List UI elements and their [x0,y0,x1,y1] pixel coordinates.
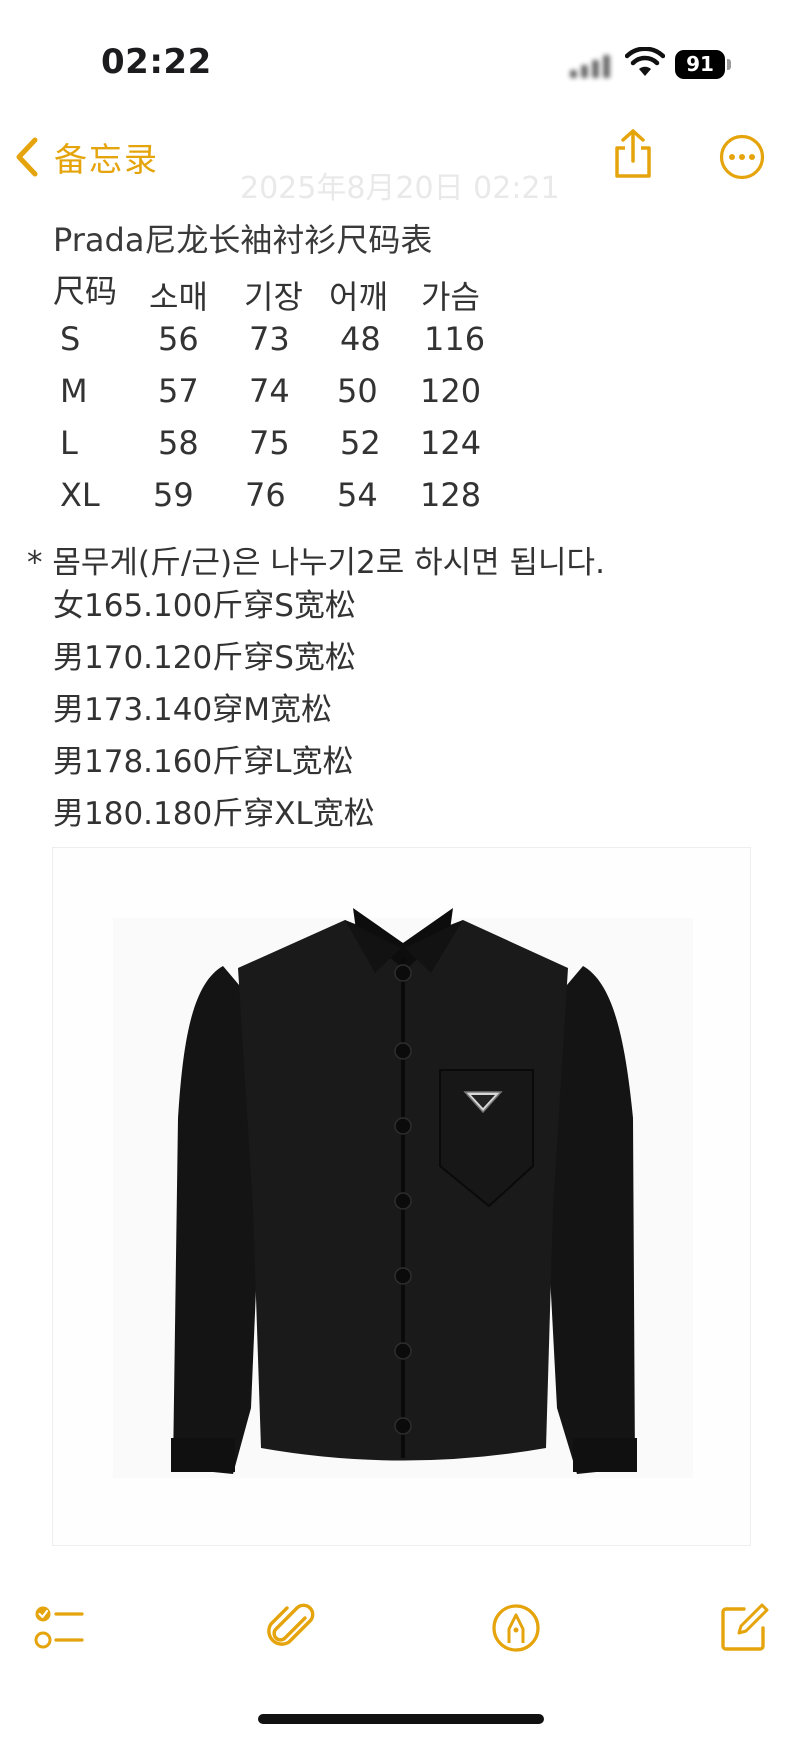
table-cell: 58 [158,424,199,462]
table-cell: M [60,372,88,410]
cellular-signal-icon [570,52,620,78]
table-header-sleeve: 소매 [149,278,208,316]
table-cell: 50 [337,372,378,410]
note-line: 男178.160斤穿L宽松 [53,744,354,780]
table-header-length: 기장 [244,278,303,316]
checklist-icon[interactable] [34,1602,86,1654]
table-header-shoulder: 어깨 [329,278,388,316]
note-line: 男170.120斤穿S宽松 [53,640,356,676]
table-cell: 52 [340,424,381,462]
table-header-size: 尺码 [53,272,118,310]
note-line: 男173.140穿M宽松 [53,692,332,728]
ellipsis-circle-icon[interactable] [719,134,765,180]
table-cell: 74 [249,372,290,410]
table-cell: L [60,424,78,462]
table-cell: 76 [245,476,286,514]
wifi-icon [625,47,665,76]
table-cell: 116 [424,320,486,358]
note-title: Prada尼龙长袖衬衫尺码表 [53,221,433,259]
table-cell: 56 [158,320,199,358]
battery-level: 91 [675,50,725,79]
note-line: 男180.180斤穿XL宽松 [53,796,375,832]
note-footnote: * 몸무게(斤/근)은 나누기2로 하시면 됩니다. [27,545,605,581]
paperclip-icon[interactable] [265,1602,317,1654]
note-line: 女165.100斤穿S宽松 [53,588,356,624]
table-cell: 48 [340,320,381,358]
table-cell: 120 [420,372,482,410]
table-cell: XL [60,476,100,514]
table-header-chest: 가슴 [421,278,480,316]
home-indicator[interactable] [258,1714,544,1724]
table-cell: 73 [249,320,290,358]
table-cell: 59 [153,476,194,514]
shirt-photo[interactable] [52,847,751,1546]
share-icon[interactable] [610,128,656,180]
table-cell: 128 [420,476,482,514]
battery-icon: 91 [675,50,733,79]
table-cell: S [60,320,81,358]
note-date-ghost: 2025年8月20日 02:21 [240,171,560,206]
chevron-left-icon [16,137,38,177]
table-cell: 75 [249,424,290,462]
pen-circle-icon[interactable] [490,1602,542,1654]
table-cell: 57 [158,372,199,410]
back-button[interactable]: 备忘录 [14,132,159,182]
back-label: 备忘录 [54,140,159,179]
status-time: 02:22 [101,42,212,82]
shirt-image [113,908,693,1478]
table-cell: 124 [420,424,482,462]
compose-icon[interactable] [718,1602,770,1654]
table-cell: 54 [337,476,378,514]
